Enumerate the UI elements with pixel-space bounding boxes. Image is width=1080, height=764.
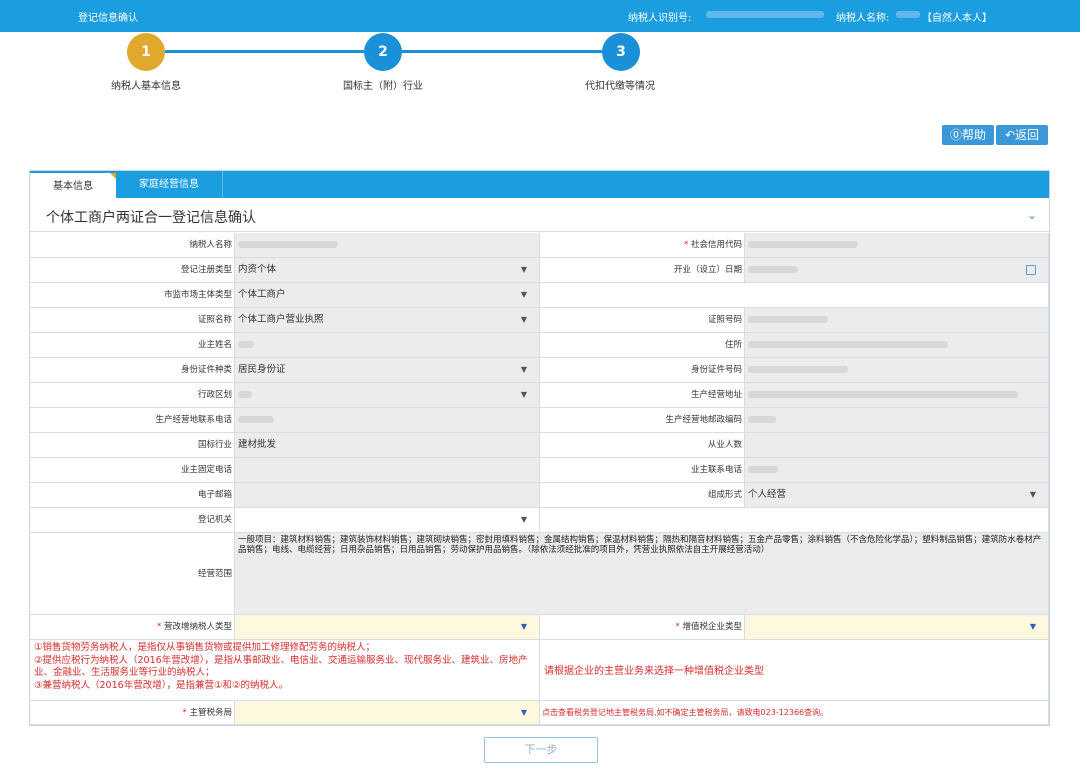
biz-phone-field[interactable] <box>235 408 540 433</box>
vat-hint-cell: 请根据企业的主营业务来选择一种增值税企业类型 <box>540 640 1049 701</box>
taxpayer-name-field[interactable] <box>235 233 540 258</box>
label-market-type: 市监市场主体类型 <box>30 283 235 308</box>
step-2-label: 国标主（附）行业 <box>343 81 423 92</box>
step-1-label: 纳税人基本信息 <box>111 81 181 92</box>
empty-cell <box>540 283 1049 308</box>
vat-enterprise-type-select[interactable]: ▼ <box>745 615 1049 640</box>
step-2-circle[interactable]: 2 <box>364 33 402 71</box>
dropdown-arrow-icon: ▼ <box>520 265 527 274</box>
label-residence: 住所 <box>540 333 745 358</box>
page-title: 登记信息确认 <box>78 13 138 24</box>
top-bar: 登记信息确认 纳税人识别号: 纳税人名称: 【自然人本人】 <box>0 0 1080 32</box>
step-1-circle[interactable]: 1 <box>127 33 165 71</box>
reg-authority-select[interactable]: ▼ <box>235 508 540 533</box>
taxpayer-id-label: 纳税人识别号: <box>628 13 692 24</box>
vat-hint: 请根据企业的主营业务来选择一种增值税企业类型 <box>544 666 764 677</box>
tax-bureau-select[interactable]: ▼ <box>235 701 540 725</box>
vat-type-notes: ①销售货物劳务纳税人，是指仅从事销售货物或提供加工修理修配劳务的纳税人； ②提供… <box>30 640 540 701</box>
cert-no-field[interactable] <box>745 308 1049 333</box>
email-field[interactable] <box>235 483 540 508</box>
dropdown-arrow-icon: ▼ <box>520 315 527 324</box>
scope-textarea[interactable]: 一般项目：建筑材料销售；建筑装饰材料销售；建筑砌块销售；密封用填料销售；金属结构… <box>235 533 1049 615</box>
dropdown-arrow-icon: ▼ <box>1029 622 1036 631</box>
org-form-select[interactable]: 个人经营 ▼ <box>745 483 1049 508</box>
reg-type-select[interactable]: 内资个体 ▼ <box>235 258 540 283</box>
dropdown-arrow-icon: ▼ <box>520 365 527 374</box>
taxpayer-name-value-masked <box>896 11 920 18</box>
owner-contact-phone-field[interactable] <box>745 458 1049 483</box>
step-connector <box>402 50 602 53</box>
label-owner-fixed-phone: 业主固定电话 <box>30 458 235 483</box>
step-3-label: 代扣代缴等情况 <box>585 81 655 92</box>
tab-family-business[interactable]: 家庭经营信息 <box>116 171 223 198</box>
label-industry: 国标行业 <box>30 433 235 458</box>
open-date-field[interactable] <box>745 258 1049 283</box>
biz-postcode-field[interactable] <box>745 408 1049 433</box>
label-credit-code: * 社会信用代码 <box>540 233 745 258</box>
help-button[interactable]: ⓪帮助 <box>942 125 994 145</box>
label-employees: 从业人数 <box>540 433 745 458</box>
label-cert-name: 证照名称 <box>30 308 235 333</box>
label-biz-address: 生产经营地址 <box>540 383 745 408</box>
label-reg-authority: 登记机关 <box>30 508 235 533</box>
label-tax-bureau: * 主管税务局 <box>30 701 235 725</box>
taxpayer-id-value-masked <box>706 11 824 18</box>
tab-basic-info[interactable]: 基本信息 <box>30 171 116 198</box>
dropdown-arrow-icon: ▼ <box>520 290 527 299</box>
vat-taxpayer-type-select[interactable]: ▼ <box>235 615 540 640</box>
next-button[interactable]: 下一步 <box>484 737 598 763</box>
label-biz-phone: 生产经营地联系电话 <box>30 408 235 433</box>
credit-code-field[interactable] <box>745 233 1049 258</box>
region-select[interactable]: ▼ <box>235 383 540 408</box>
employees-field[interactable] <box>745 433 1049 458</box>
industry-field[interactable]: 建材批发 <box>235 433 540 458</box>
owner-name-field[interactable] <box>235 333 540 358</box>
label-id-type: 身份证件种类 <box>30 358 235 383</box>
empty-cell <box>540 508 1049 533</box>
back-icon: ↶ <box>1004 128 1016 142</box>
dropdown-arrow-icon: ▼ <box>520 390 527 399</box>
label-owner-name: 业主姓名 <box>30 333 235 358</box>
help-icon: ⓪ <box>949 128 962 142</box>
cert-name-select[interactable]: 个体工商户营业执照 ▼ <box>235 308 540 333</box>
chevron-down-icon[interactable]: ⌄ <box>1027 208 1037 222</box>
dropdown-arrow-icon: ▼ <box>520 708 527 717</box>
residence-field[interactable] <box>745 333 1049 358</box>
section-title: 个体工商户两证合一登记信息确认 <box>46 210 256 226</box>
id-type-select[interactable]: 居民身份证 ▼ <box>235 358 540 383</box>
label-id-no: 身份证件号码 <box>540 358 745 383</box>
taxpayer-type: 【自然人本人】 <box>922 13 992 24</box>
biz-address-field[interactable] <box>745 383 1049 408</box>
form-panel: 基本信息 家庭经营信息 个体工商户两证合一登记信息确认 ⌄ 纳税人名称 * 社会… <box>29 170 1050 726</box>
label-region: 行政区划 <box>30 383 235 408</box>
tab-bar: 基本信息 家庭经营信息 <box>30 171 1049 198</box>
id-no-field[interactable] <box>745 358 1049 383</box>
taxpayer-name-label: 纳税人名称: <box>836 13 890 24</box>
label-cert-no: 证照号码 <box>540 308 745 333</box>
label-org-form: 组成形式 <box>540 483 745 508</box>
label-reg-type: 登记注册类型 <box>30 258 235 283</box>
owner-fixed-phone-field[interactable] <box>235 458 540 483</box>
section-header[interactable]: 个体工商户两证合一登记信息确认 ⌄ <box>30 198 1049 232</box>
dropdown-arrow-icon: ▼ <box>520 622 527 631</box>
back-button[interactable]: ↶返回 <box>996 125 1048 145</box>
label-vat-enterprise-type: * 增值税企业类型 <box>540 615 745 640</box>
label-email: 电子邮箱 <box>30 483 235 508</box>
calendar-icon[interactable] <box>1026 265 1036 275</box>
step-connector <box>165 50 364 53</box>
label-vat-taxpayer-type: * 营改增纳税人类型 <box>30 615 235 640</box>
label-scope: 经营范围 <box>30 533 235 615</box>
dropdown-arrow-icon: ▼ <box>520 515 527 524</box>
tax-bureau-hint[interactable]: 点击查看税务登记地主管税务局,如不确定主管税务局，请致电023-12366查询。 <box>540 701 1049 725</box>
label-open-date: 开业（设立）日期 <box>540 258 745 283</box>
dropdown-arrow-icon: ▼ <box>1029 490 1036 499</box>
label-taxpayer-name: 纳税人名称 <box>30 233 235 258</box>
label-owner-contact-phone: 业主联系电话 <box>540 458 745 483</box>
label-biz-postcode: 生产经营地邮政编码 <box>540 408 745 433</box>
step-3-circle[interactable]: 3 <box>602 33 640 71</box>
market-type-select[interactable]: 个体工商户 ▼ <box>235 283 540 308</box>
